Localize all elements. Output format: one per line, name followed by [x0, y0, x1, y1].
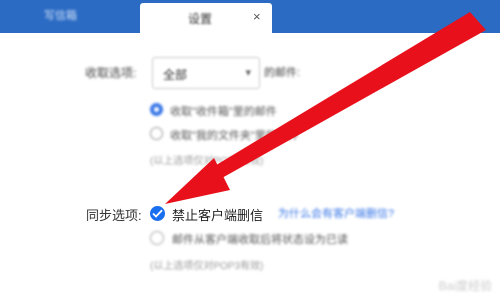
- watermark-text: Bai度经验: [438, 279, 492, 293]
- annotation-arrow-icon: [165, 12, 486, 204]
